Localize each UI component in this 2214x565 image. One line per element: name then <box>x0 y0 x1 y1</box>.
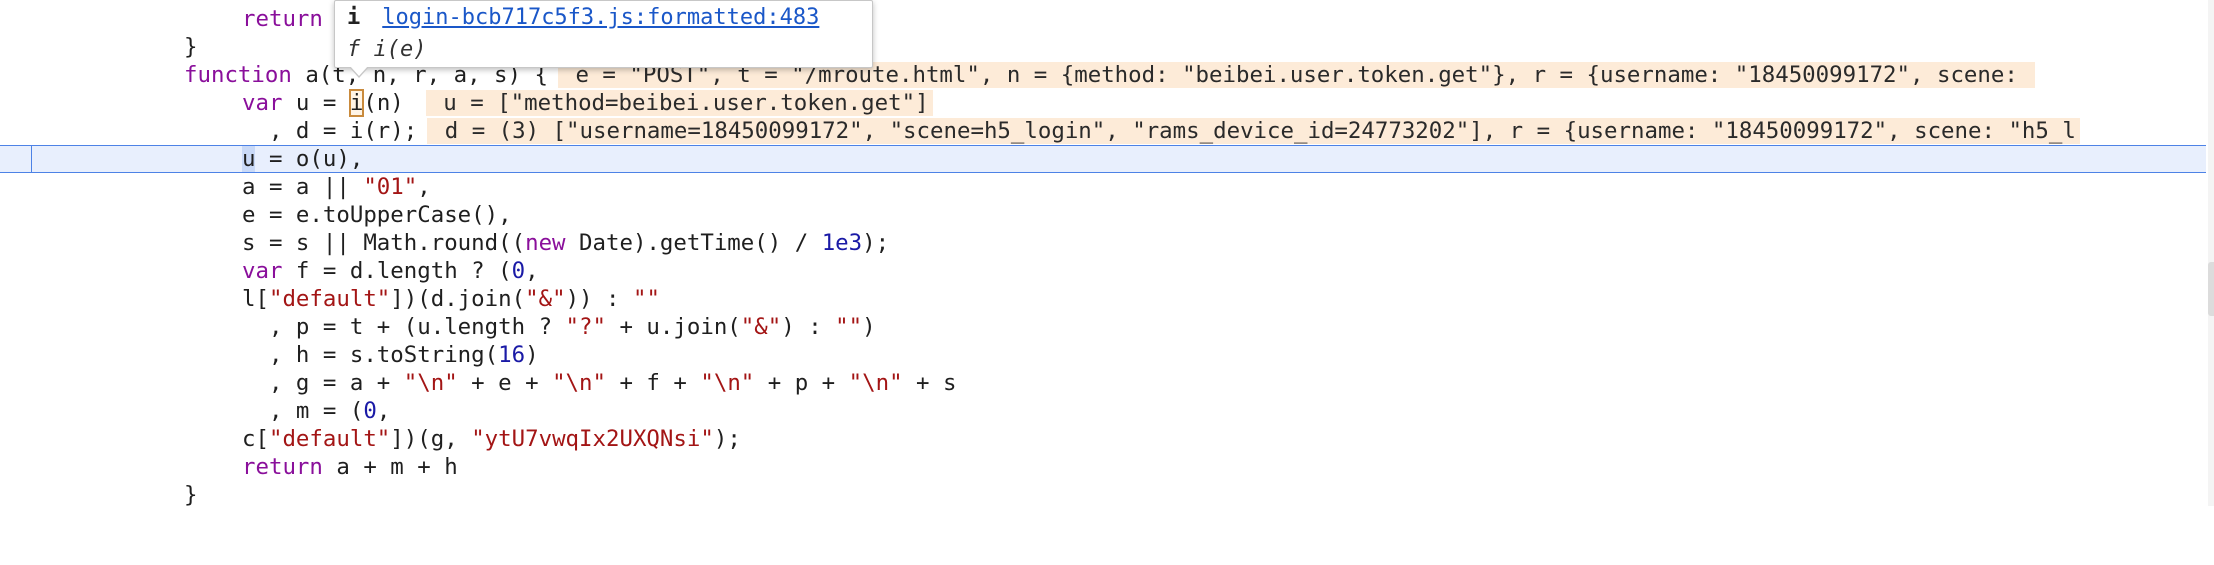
code-line[interactable]: , m = (0, <box>0 397 2206 425</box>
code-text: c[ <box>242 426 269 452</box>
keyword: new <box>525 230 566 256</box>
code-text: )) : <box>565 286 633 312</box>
code-line[interactable]: , h = s.toString(16) <box>0 341 2206 369</box>
code-line[interactable]: , p = t + (u.length ? "?" + u.join("&") … <box>0 313 2206 341</box>
code-text: + s <box>902 370 957 396</box>
number-literal: 0 <box>363 398 377 424</box>
string-literal: "\n" <box>552 370 606 396</box>
code-text: = o(u), <box>255 146 364 172</box>
code-line[interactable]: l["default"])(d.join("&")) : "" <box>0 285 2206 313</box>
info-icon: i <box>347 5 361 30</box>
string-literal: "" <box>835 314 863 340</box>
execution-cursor: u <box>242 146 256 172</box>
code-text: ); <box>862 230 890 256</box>
code-line[interactable]: a = a || "01", <box>0 173 2206 201</box>
string-literal: "01" <box>363 174 418 200</box>
code-text: ])(g, <box>390 426 472 452</box>
code-text: ); <box>713 426 741 452</box>
code-text: + e + <box>457 370 553 396</box>
code-line[interactable]: e = e.toUpperCase(), <box>0 201 2206 229</box>
code-text: a + m + h <box>322 454 458 480</box>
closing-brace: } <box>184 34 198 60</box>
code-text: + p + <box>754 370 849 396</box>
keyword: return <box>242 6 323 32</box>
number-literal: 1e3 <box>821 230 863 256</box>
code-line[interactable]: , g = a + "\n" + e + "\n" + f + "\n" + p… <box>0 369 2206 397</box>
hovered-token[interactable]: i <box>348 89 365 117</box>
number-literal: 16 <box>498 342 526 368</box>
code-text: , h = s.toString( <box>242 342 499 368</box>
code-text: (n) <box>363 90 404 116</box>
code-text: ) <box>862 314 876 340</box>
code-line[interactable]: var f = d.length ? (0, <box>0 257 2206 285</box>
inline-value: u = ["method=beibei.user.token.get"] <box>425 90 933 116</box>
breakpoint-gutter[interactable] <box>0 146 32 172</box>
scrollbar-thumb[interactable] <box>2208 262 2214 316</box>
string-literal: "?" <box>565 314 606 340</box>
string-literal: "" <box>632 286 660 312</box>
code-text: , <box>417 174 431 200</box>
function-signature: i(e) <box>373 37 427 62</box>
code-text: f = d.length ? ( <box>282 258 512 284</box>
keyword: function <box>184 62 292 88</box>
function-icon: f <box>347 37 361 62</box>
string-literal: "default" <box>268 286 391 312</box>
inline-value: d = (3) ["username=18450099172", "scene=… <box>427 118 2080 144</box>
code-text: , <box>525 258 539 284</box>
code-text: ])(d.join( <box>390 286 526 312</box>
vertical-scrollbar[interactable] <box>2208 0 2214 506</box>
code-line[interactable]: return <box>0 5 2206 33</box>
string-literal: "\n" <box>700 370 755 396</box>
closing-brace: } <box>184 482 198 508</box>
code-line[interactable]: var u = i(n) u = ["method=beibei.user.to… <box>0 89 2206 117</box>
keyword: var <box>242 90 283 116</box>
popover-arrow-inner <box>350 66 368 76</box>
code-line[interactable]: } <box>0 33 2206 61</box>
code-text: l[ <box>242 286 269 312</box>
string-literal: "&" <box>525 286 566 312</box>
code-line[interactable]: } <box>0 481 2206 509</box>
code-line[interactable]: return a + m + h <box>0 453 2206 481</box>
string-literal: "&" <box>740 314 782 340</box>
code-text: , m = ( <box>242 398 364 424</box>
code-text: + f + <box>605 370 701 396</box>
keyword: var <box>242 258 283 284</box>
string-literal: "\n" <box>403 370 458 396</box>
code-text: , p = t + (u.length ? <box>242 314 566 340</box>
code-line[interactable]: c["default"])(g, "ytU7vwqIx2UXQNsi"); <box>0 425 2206 453</box>
number-literal: 0 <box>511 258 526 284</box>
code-text: + u.join( <box>605 314 741 340</box>
string-literal: "ytU7vwqIx2UXQNsi" <box>471 426 714 452</box>
code-text: , g = a + <box>242 370 404 396</box>
code-text: u = <box>282 90 350 116</box>
current-execution-line[interactable]: u = o(u), <box>0 145 2206 173</box>
source-location-link[interactable]: login-bcb717c5f3.js:formatted:483 <box>382 3 819 33</box>
code-text: Date).getTime() / <box>565 230 822 256</box>
code-text: ) <box>525 342 539 368</box>
code-text: , <box>376 398 391 424</box>
code-text: a = a || <box>242 174 364 200</box>
code-text: s = s || Math.round(( <box>242 230 526 256</box>
string-literal: "\n" <box>848 370 903 396</box>
code-line[interactable]: , d = i(r); d = (3) ["username=184500991… <box>0 117 2206 145</box>
code-line[interactable]: function a(t, n, r, a, s) { e = "POST", … <box>0 61 2206 89</box>
hover-popover: i login-bcb717c5f3.js:formatted:483 f i(… <box>334 0 873 78</box>
keyword: return <box>242 454 323 480</box>
function-name: a( <box>291 62 333 88</box>
code-text: e = e.toUpperCase(), <box>242 202 512 228</box>
code-text: ) : <box>781 314 836 340</box>
code-text: , d = i(r); <box>242 118 418 144</box>
string-literal: "default" <box>268 426 391 452</box>
code-editor[interactable]: return } function a(t, n, r, a, s) { e =… <box>0 0 2214 509</box>
code-line[interactable]: s = s || Math.round((new Date).getTime()… <box>0 229 2206 257</box>
